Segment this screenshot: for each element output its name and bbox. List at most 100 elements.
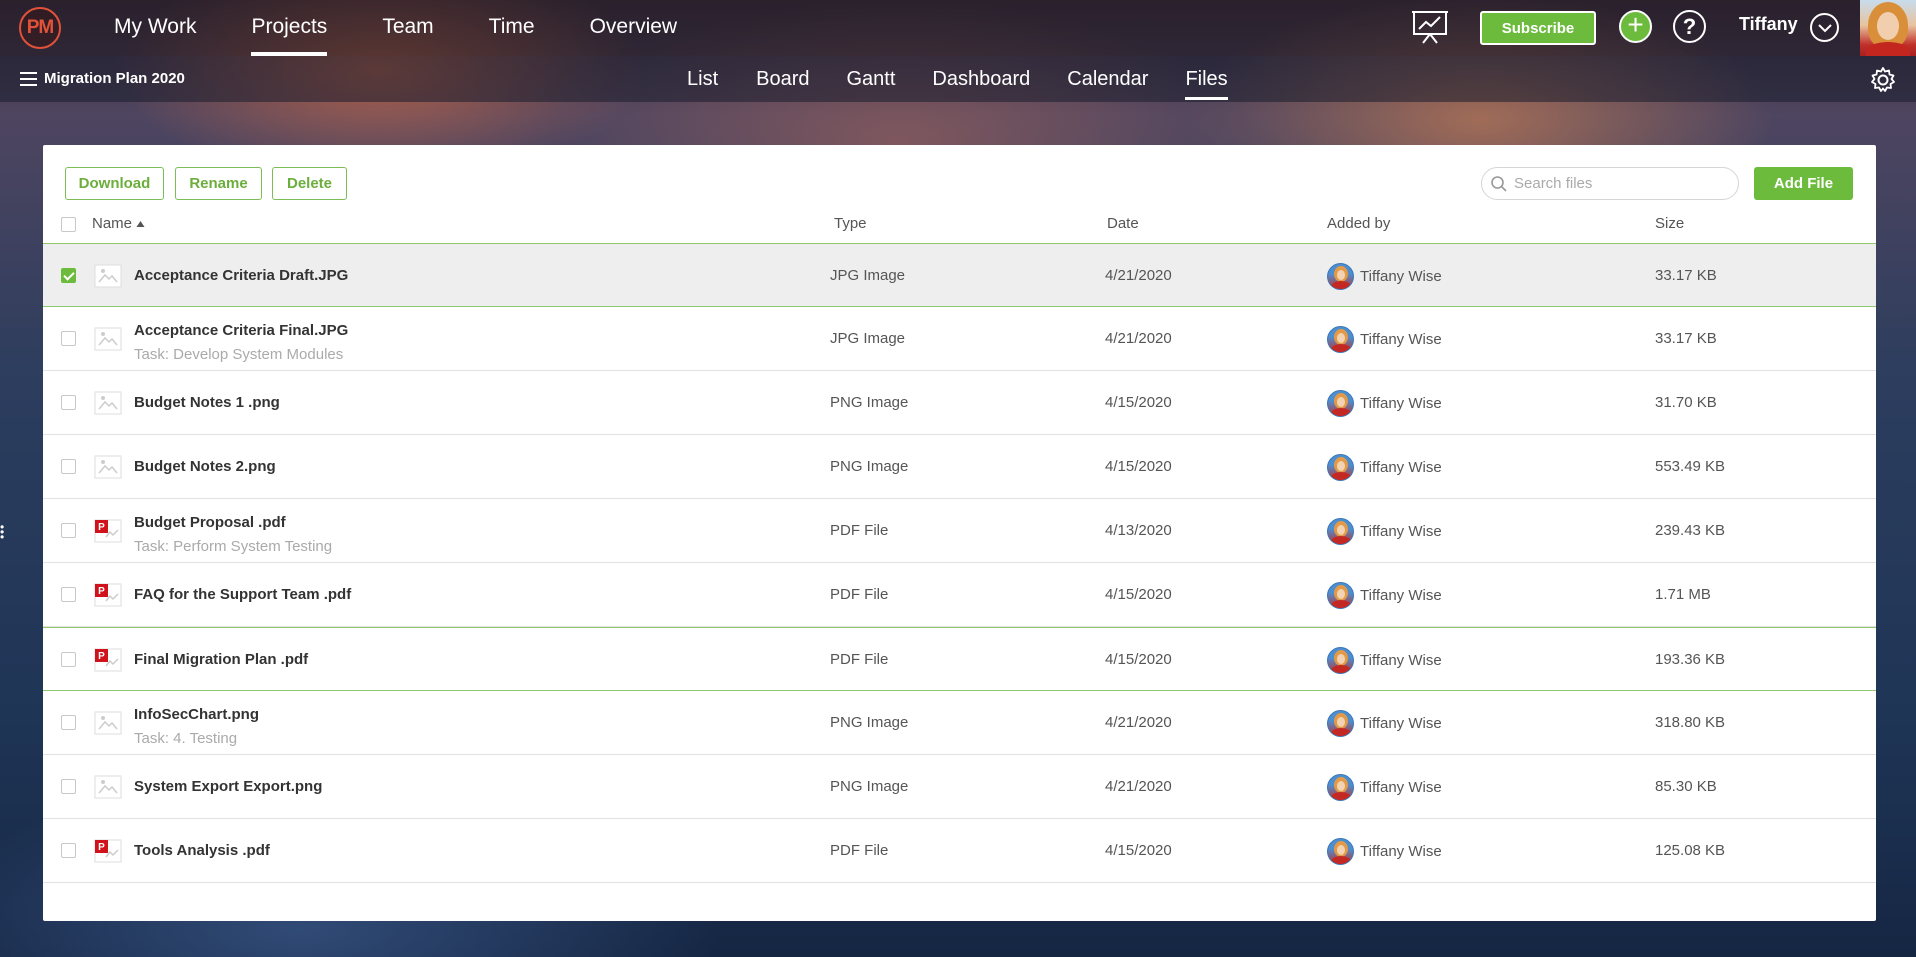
file-name[interactable]: Budget Proposal .pdf bbox=[134, 514, 286, 531]
project-name[interactable]: Migration Plan 2020 bbox=[44, 70, 185, 87]
file-name[interactable]: Tools Analysis .pdf bbox=[134, 842, 270, 859]
table-row[interactable]: Budget Notes 2.png PNG Image 4/15/2020 T… bbox=[43, 435, 1876, 499]
image-file-icon bbox=[94, 327, 122, 351]
added-by-avatar bbox=[1327, 647, 1354, 674]
table-row[interactable]: P Tools Analysis .pdf PDF File 4/15/2020… bbox=[43, 819, 1876, 883]
file-date: 4/21/2020 bbox=[1105, 330, 1172, 347]
row-checkbox[interactable] bbox=[61, 459, 76, 474]
file-type: PNG Image bbox=[830, 394, 909, 411]
svg-text:P: P bbox=[98, 522, 105, 533]
row-checkbox[interactable] bbox=[61, 843, 76, 858]
file-name[interactable]: InfoSecChart.png bbox=[134, 706, 259, 723]
row-checkbox[interactable] bbox=[61, 779, 76, 794]
added-by-name: Tiffany Wise bbox=[1360, 395, 1442, 412]
file-name[interactable]: Final Migration Plan .pdf bbox=[134, 651, 308, 668]
select-all-checkbox[interactable] bbox=[61, 217, 76, 232]
row-checkbox[interactable] bbox=[61, 652, 76, 667]
file-task-link[interactable]: Task: Perform System Testing bbox=[134, 538, 332, 555]
row-checkbox[interactable] bbox=[61, 715, 76, 730]
file-type: PNG Image bbox=[830, 458, 909, 475]
table-row[interactable]: Budget Notes 1 .png PNG Image 4/15/2020 … bbox=[43, 371, 1876, 435]
column-header-date[interactable]: Date bbox=[1107, 215, 1139, 232]
file-name[interactable]: Acceptance Criteria Draft.JPG bbox=[134, 267, 348, 284]
nav-my-work[interactable]: My Work bbox=[114, 0, 196, 56]
table-row[interactable]: System Export Export.png PNG Image 4/21/… bbox=[43, 755, 1876, 819]
download-button[interactable]: Download bbox=[65, 167, 164, 200]
file-type: PDF File bbox=[830, 651, 889, 668]
file-name[interactable]: FAQ for the Support Team .pdf bbox=[134, 586, 351, 603]
file-size: 239.43 KB bbox=[1655, 522, 1726, 539]
file-name[interactable]: Budget Notes 2.png bbox=[134, 458, 276, 475]
row-checkbox[interactable] bbox=[61, 587, 76, 602]
file-name[interactable]: System Export Export.png bbox=[134, 778, 322, 795]
tab-board[interactable]: Board bbox=[756, 56, 809, 102]
tab-dashboard[interactable]: Dashboard bbox=[932, 56, 1030, 102]
nav-projects[interactable]: Projects bbox=[251, 0, 327, 56]
file-type: JPG Image bbox=[830, 267, 906, 284]
user-name[interactable]: Tiffany bbox=[1739, 14, 1798, 35]
tab-calendar[interactable]: Calendar bbox=[1067, 56, 1148, 102]
top-navigation-bar: PM My Work Projects Team Time Overview S… bbox=[0, 0, 1916, 56]
file-name[interactable]: Budget Notes 1 .png bbox=[134, 394, 280, 411]
added-by-name: Tiffany Wise bbox=[1360, 652, 1442, 669]
file-name[interactable]: Acceptance Criteria Final.JPG bbox=[134, 322, 348, 339]
column-header-added-by[interactable]: Added by bbox=[1327, 215, 1390, 232]
subscribe-button[interactable]: Subscribe bbox=[1480, 11, 1596, 45]
added-by-name: Tiffany Wise bbox=[1360, 779, 1442, 796]
tab-gantt[interactable]: Gantt bbox=[847, 56, 896, 102]
row-checkbox[interactable] bbox=[61, 268, 76, 283]
tab-list[interactable]: List bbox=[687, 56, 718, 102]
project-sub-bar: Migration Plan 2020 List Board Gantt Das… bbox=[0, 56, 1916, 102]
nav-team[interactable]: Team bbox=[382, 0, 433, 56]
file-date: 4/15/2020 bbox=[1105, 842, 1172, 859]
table-row[interactable]: P Final Migration Plan .pdf PDF File 4/1… bbox=[43, 627, 1876, 691]
row-checkbox[interactable] bbox=[61, 395, 76, 410]
user-avatar[interactable] bbox=[1860, 0, 1916, 56]
table-row[interactable]: P Budget Proposal .pdf Task: Perform Sys… bbox=[43, 499, 1876, 563]
pdf-file-icon: P bbox=[94, 583, 122, 607]
search-files-box[interactable] bbox=[1481, 167, 1739, 200]
added-by-name: Tiffany Wise bbox=[1360, 523, 1442, 540]
file-type: JPG Image bbox=[830, 330, 906, 347]
column-header-type[interactable]: Type bbox=[834, 215, 867, 232]
table-row[interactable]: Acceptance Criteria Final.JPG Task: Deve… bbox=[43, 307, 1876, 371]
tab-files[interactable]: Files bbox=[1185, 56, 1228, 102]
row-checkbox[interactable] bbox=[61, 331, 76, 346]
rename-button[interactable]: Rename bbox=[175, 167, 262, 200]
nav-overview[interactable]: Overview bbox=[590, 0, 678, 56]
search-input[interactable] bbox=[1514, 175, 1724, 192]
image-file-icon bbox=[94, 455, 122, 479]
file-date: 4/13/2020 bbox=[1105, 522, 1172, 539]
pm-logo[interactable]: PM bbox=[19, 7, 61, 49]
sidebar-drag-handle[interactable]: • • • bbox=[0, 521, 6, 545]
pdf-file-icon: P bbox=[94, 519, 122, 543]
table-row[interactable]: Acceptance Criteria Draft.JPG JPG Image … bbox=[43, 243, 1876, 307]
gear-icon[interactable] bbox=[1869, 66, 1897, 94]
added-by-avatar bbox=[1327, 774, 1354, 801]
nav-time[interactable]: Time bbox=[489, 0, 535, 56]
column-header-size[interactable]: Size bbox=[1655, 215, 1684, 232]
add-file-button[interactable]: Add File bbox=[1754, 167, 1853, 200]
table-row[interactable]: P FAQ for the Support Team .pdf PDF File… bbox=[43, 563, 1876, 627]
column-header-name[interactable]: Name bbox=[92, 215, 145, 232]
added-by-avatar bbox=[1327, 390, 1354, 417]
file-task-link[interactable]: Task: Develop System Modules bbox=[134, 346, 343, 363]
add-new-button[interactable]: + bbox=[1619, 10, 1652, 43]
file-size: 33.17 KB bbox=[1655, 267, 1717, 284]
file-date: 4/15/2020 bbox=[1105, 394, 1172, 411]
file-date: 4/15/2020 bbox=[1105, 651, 1172, 668]
image-file-icon bbox=[94, 775, 122, 799]
user-menu-chevron-icon[interactable] bbox=[1810, 13, 1839, 42]
file-date: 4/21/2020 bbox=[1105, 714, 1172, 731]
added-by-avatar bbox=[1327, 518, 1354, 545]
table-row[interactable]: InfoSecChart.png Task: 4. Testing PNG Im… bbox=[43, 691, 1876, 755]
view-tabs: List Board Gantt Dashboard Calendar File… bbox=[687, 56, 1228, 102]
added-by-name: Tiffany Wise bbox=[1360, 587, 1442, 604]
help-button[interactable]: ? bbox=[1673, 10, 1706, 43]
file-type: PDF File bbox=[830, 842, 889, 859]
row-checkbox[interactable] bbox=[61, 523, 76, 538]
delete-button[interactable]: Delete bbox=[272, 167, 347, 200]
presentation-icon[interactable] bbox=[1411, 9, 1449, 45]
hamburger-menu-icon[interactable] bbox=[20, 72, 37, 86]
file-task-link[interactable]: Task: 4. Testing bbox=[134, 730, 237, 747]
